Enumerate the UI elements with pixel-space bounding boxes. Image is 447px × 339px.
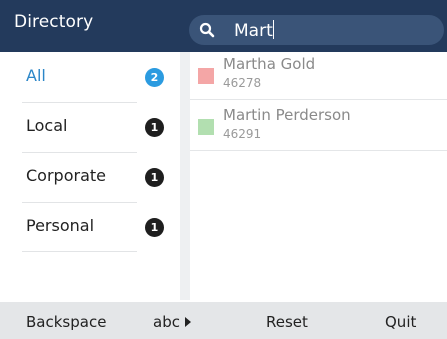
- contact-number: 46278: [223, 76, 262, 90]
- category-list: All 2 Local 1 Corporate 1 Personal 1: [0, 52, 180, 300]
- reset-softkey[interactable]: Reset: [266, 313, 308, 331]
- contact-name: Martha Gold: [223, 55, 316, 73]
- header-bar: Directory Mart: [0, 0, 447, 52]
- divider: [190, 150, 447, 151]
- divider: [22, 152, 137, 153]
- search-value: Mart: [234, 20, 275, 41]
- contact-number: 46291: [223, 127, 262, 141]
- category-personal[interactable]: Personal 1: [0, 202, 180, 252]
- divider: [22, 202, 137, 203]
- contact-name: Martin Perderson: [223, 106, 351, 124]
- abc-softkey[interactable]: abc: [153, 313, 191, 331]
- search-icon: [199, 22, 215, 38]
- divider: [22, 251, 137, 252]
- count-badge: 1: [145, 218, 164, 237]
- category-label: Local: [26, 116, 68, 135]
- category-local[interactable]: Local 1: [0, 102, 180, 152]
- quit-softkey[interactable]: Quit: [385, 313, 416, 331]
- backspace-softkey[interactable]: Backspace: [26, 313, 106, 331]
- page-title: Directory: [14, 12, 94, 32]
- abc-label: abc: [153, 313, 180, 331]
- category-label: Personal: [26, 216, 95, 235]
- count-badge: 2: [145, 68, 164, 87]
- results-list: Martha Gold 46278 Martin Perderson 46291: [190, 52, 447, 300]
- contact-color-swatch: [198, 68, 214, 84]
- divider: [190, 99, 447, 100]
- contact-row[interactable]: Martha Gold 46278: [190, 52, 447, 100]
- search-text: Mart: [234, 21, 273, 41]
- arrow-right-icon: [184, 317, 191, 327]
- category-all[interactable]: All 2: [0, 52, 180, 102]
- count-badge: 1: [145, 118, 164, 137]
- category-label: All: [26, 66, 46, 85]
- softkey-bar: Backspace abc Reset Quit: [0, 302, 447, 339]
- category-label: Corporate: [26, 166, 106, 185]
- category-corporate[interactable]: Corporate 1: [0, 152, 180, 202]
- divider: [22, 102, 137, 103]
- contact-row[interactable]: Martin Perderson 46291: [190, 103, 447, 151]
- text-cursor: [272, 20, 275, 39]
- directory-screen: Directory Mart All 2 Local 1 Corporate 1: [0, 0, 447, 339]
- column-divider: [180, 52, 190, 300]
- search-input[interactable]: Mart: [189, 15, 444, 45]
- contact-color-swatch: [198, 119, 214, 135]
- count-badge: 1: [145, 168, 164, 187]
